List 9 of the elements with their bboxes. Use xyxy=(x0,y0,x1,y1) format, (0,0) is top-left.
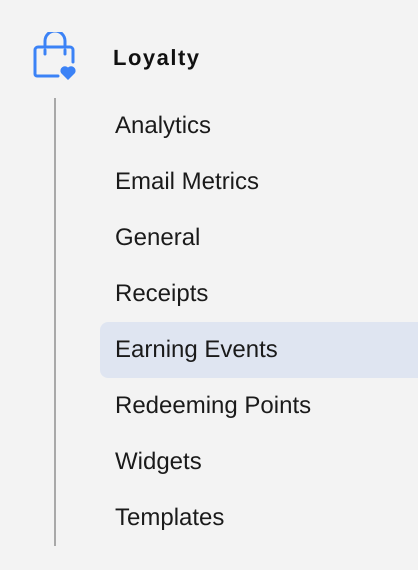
nav-item[interactable]: Earning Events xyxy=(100,322,418,378)
nav-item[interactable]: Analytics xyxy=(100,98,418,154)
nav-item[interactable]: Templates xyxy=(100,490,418,546)
nav-item[interactable]: Redeeming Points xyxy=(100,378,418,434)
section-title: Loyalty xyxy=(113,44,201,72)
nav-item[interactable]: Receipts xyxy=(100,266,418,322)
nav-item[interactable]: General xyxy=(100,210,418,266)
nav-item[interactable]: Widgets xyxy=(100,434,418,490)
nav-item[interactable]: Email Metrics xyxy=(100,154,418,210)
